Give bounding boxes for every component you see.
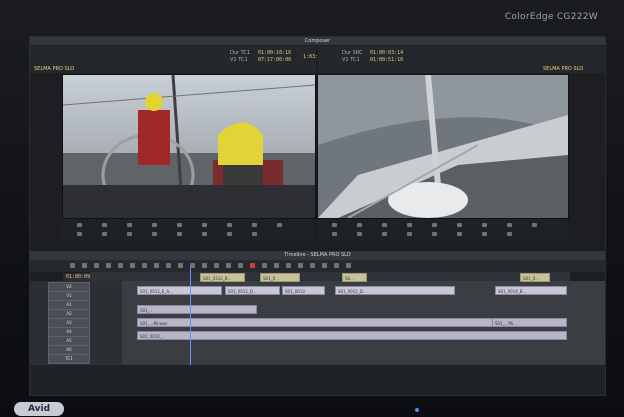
timeline-bottom-bar[interactable] xyxy=(30,365,605,395)
clip-audio-4[interactable]: S01_...Mi... xyxy=(492,318,567,327)
clip-v2-4[interactable]: S01_0... xyxy=(520,273,550,282)
composer-title: Composer xyxy=(30,37,605,45)
source-sequence-name[interactable]: SELMA PRO SLO xyxy=(34,66,74,72)
clip-v1-4[interactable]: S01_0012_D... xyxy=(335,286,455,295)
source-tc-2: 07:17:00:00 xyxy=(258,57,292,63)
avid-logo: Avid xyxy=(14,402,64,416)
timeline-toolbar[interactable] xyxy=(30,260,605,272)
clip-audio-3[interactable]: S01_0012_... xyxy=(137,331,567,340)
source-viewer[interactable] xyxy=(62,74,316,219)
record-viewer[interactable] xyxy=(317,74,569,219)
clip-v2-3[interactable]: S0... xyxy=(342,273,367,282)
avid-screen: Composer SELMA PRO SLO Dur TC1 V1 TC1 01… xyxy=(29,36,606,396)
yacht-bow-image xyxy=(318,75,568,218)
clip-v1-1[interactable]: S01_0012_E_A... xyxy=(137,286,222,295)
clip-v1-2[interactable]: S01_0012_D... xyxy=(225,286,280,295)
source-transport-controls[interactable] xyxy=(62,219,314,241)
source-monitor-header: SELMA PRO SLO Dur TC1 V1 TC1 01:00:10:16… xyxy=(30,46,324,73)
source-label-2: V1 TC1 xyxy=(230,57,248,63)
record-label-2: V1 TC1 xyxy=(342,57,360,63)
monitor-brand: ColorEdge CG222W xyxy=(504,12,598,22)
timeline-playhead[interactable] xyxy=(190,267,191,365)
clip-v2-2[interactable]: S01_0... xyxy=(260,273,300,282)
track-tc1[interactable]: TC1 xyxy=(48,354,90,364)
record-monitor-header: Dur SRC V1 TC1 01:00:03:14 01:00:51:10 S… xyxy=(318,46,605,73)
record-label-1: Dur SRC xyxy=(342,50,363,56)
clip-audio-2[interactable]: S01_...Mi.wav xyxy=(137,318,497,327)
record-tc-1: 01:00:03:14 xyxy=(370,50,404,56)
timeline-tracks[interactable]: V2 V1 A1 A2 A3 A4 A5 A6 TC1 S01_0312_B..… xyxy=(30,273,605,365)
clip-v2-1[interactable]: S01_0312_B... xyxy=(200,273,245,282)
clip-v1-5[interactable]: S01_0014_B... xyxy=(495,286,567,295)
source-label-1: Dur TC1 xyxy=(230,50,251,56)
clip-audio-1[interactable]: S01_... xyxy=(137,305,257,314)
record-transport-controls[interactable] xyxy=(317,219,567,241)
record-sequence-name[interactable]: SELMA PRO SLO xyxy=(543,66,583,72)
timeline-title: Timeline - SELMA PRO SLO xyxy=(30,251,605,260)
power-led xyxy=(415,408,419,412)
source-tc-1: 01:00:10:16 xyxy=(258,50,292,56)
timeline-ruler[interactable] xyxy=(90,272,570,281)
record-tc-2: 01:00:51:10 xyxy=(370,57,404,63)
sailing-crew-image xyxy=(63,75,315,218)
clip-v1-3[interactable]: S01_0013 xyxy=(282,286,325,295)
